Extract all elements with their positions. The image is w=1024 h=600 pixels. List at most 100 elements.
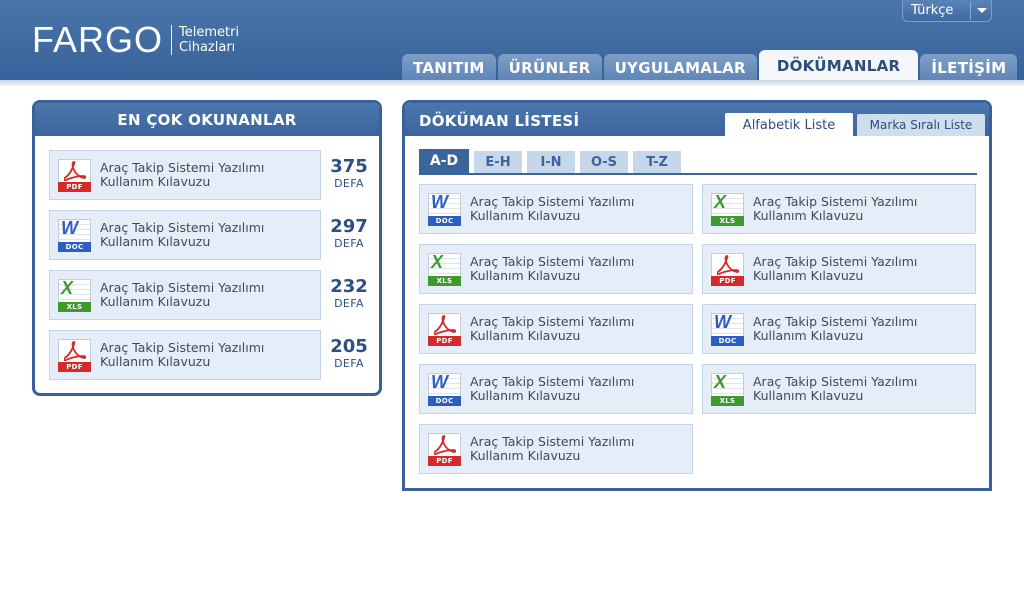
document-list-panel: DÖKÜMAN LİSTESİ Alfabetik Liste Marka Sı… [402, 100, 992, 491]
document-title-line1: Araç Takip Sistemi Yazılımı [100, 340, 265, 355]
alpha-tab-i-n[interactable]: I-N [527, 151, 575, 173]
document-title-line1: Araç Takip Sistemi Yazılımı [753, 254, 918, 269]
logo-tagline-line2: Cihazları [179, 40, 236, 55]
nav-tab-uygulamalar[interactable]: UYGULAMALAR [603, 54, 757, 81]
nav-tab-tanitim[interactable]: TANITIM [402, 54, 496, 81]
excel-file-icon: X XLS [711, 372, 744, 406]
most-read-item[interactable]: X XLS Araç Takip Sistemi Yazılımı Kullanım … [49, 270, 321, 320]
document-title-line2: Kullanım Kılavuzu [470, 268, 581, 283]
document-title: Araç Takip Sistemi Yazılımı Kullanım Kıla… [470, 435, 634, 463]
alpha-tab-e-h[interactable]: E-H [474, 151, 522, 173]
fargo-logo[interactable]: FARGO Telemetri Cihazları [32, 20, 239, 60]
document-title: Araç Takip Sistemi Yazılımı Kullanım Kıla… [470, 255, 634, 283]
alpha-tab-a-d[interactable]: A-D [419, 149, 469, 173]
word-file-icon: W DOC [428, 372, 461, 406]
document-title-line2: Kullanım Kılavuzu [470, 208, 581, 223]
document-title-line1: Araç Takip Sistemi Yazılımı [470, 194, 635, 209]
document-title-line1: Araç Takip Sistemi Yazılımı [470, 434, 635, 449]
word-file-icon: W DOC [711, 312, 744, 346]
document-title-line1: Araç Takip Sistemi Yazılımı [100, 280, 265, 295]
document-title-line2: Kullanım Kılavuzu [100, 294, 211, 309]
word-file-icon: W DOC [58, 218, 91, 252]
document-title: Araç Takip Sistemi Yazılımı Kullanım Kıla… [753, 375, 917, 403]
document-title-line1: Araç Takip Sistemi Yazılımı [753, 374, 918, 389]
read-count-unit: DEFA [334, 297, 364, 310]
main-nav: TANITIM ÜRÜNLER UYGULAMALAR DÖKÜMANLAR İ… [402, 50, 1019, 81]
tab-alphabetical-list[interactable]: Alfabetik Liste [725, 113, 853, 137]
document-title-line2: Kullanım Kılavuzu [100, 174, 211, 189]
document-title: Araç Takip Sistemi Yazılımı Kullanım Kıla… [753, 315, 917, 343]
document-title-line1: Araç Takip Sistemi Yazılımı [100, 220, 265, 235]
read-count: 375 DEFA [327, 157, 371, 191]
language-divider [970, 1, 971, 20]
document-title-line1: Araç Takip Sistemi Yazılımı [753, 314, 918, 329]
document-title: Araç Takip Sistemi Yazılımı Kullanım Kıla… [100, 161, 264, 189]
document-item[interactable]: W DOC Araç Takip Sistemi Yazılımı Kullanım … [419, 184, 693, 234]
nav-tab-urunler[interactable]: ÜRÜNLER [497, 54, 602, 81]
language-selector[interactable]: Türkçe [902, 0, 992, 22]
most-read-item[interactable]: PDF Araç Takip Sistemi Yazılımı Kullanım K… [49, 330, 321, 380]
document-item[interactable]: X XLS Araç Takip Sistemi Yazılımı Kullanım … [419, 244, 693, 294]
logo-tagline: Telemetri Cihazları [179, 25, 239, 55]
document-title-line2: Kullanım Kılavuzu [753, 388, 864, 403]
chevron-down-icon [977, 8, 987, 13]
read-count-number: 232 [330, 276, 368, 297]
logo-divider [171, 25, 173, 55]
document-title-line2: Kullanım Kılavuzu [470, 448, 581, 463]
document-title: Araç Takip Sistemi Yazılımı Kullanım Kıla… [470, 195, 634, 223]
document-title-line2: Kullanım Kılavuzu [753, 268, 864, 283]
document-title: Araç Takip Sistemi Yazılımı Kullanım Kıla… [470, 315, 634, 343]
alpha-tab-t-z[interactable]: T-Z [633, 151, 681, 173]
document-title: Araç Takip Sistemi Yazılımı Kullanım Kıla… [753, 195, 917, 223]
read-count-number: 375 [330, 156, 368, 177]
pdf-file-icon: PDF [711, 252, 744, 286]
document-list-title: DÖKÜMAN LİSTESİ [419, 112, 580, 130]
nav-tab-iletisim[interactable]: İLETİŞİM [920, 54, 1018, 81]
document-title-line1: Araç Takip Sistemi Yazılımı [470, 254, 635, 269]
document-title-line2: Kullanım Kılavuzu [100, 234, 211, 249]
logo-wordmark: FARGO [32, 19, 164, 60]
read-count: 205 DEFA [327, 337, 371, 371]
document-item[interactable]: PDF Araç Takip Sistemi Yazılımı Kullanım K… [419, 304, 693, 354]
document-list-header: DÖKÜMAN LİSTESİ Alfabetik Liste Marka Sı… [405, 103, 989, 137]
document-title-line1: Araç Takip Sistemi Yazılımı [470, 374, 635, 389]
tab-brand-sorted-list[interactable]: Marka Sıralı Liste [857, 114, 985, 136]
alpha-tab-o-s[interactable]: O-S [580, 151, 628, 173]
language-label: Türkçe [911, 3, 954, 18]
document-title-line1: Araç Takip Sistemi Yazılımı [753, 194, 918, 209]
excel-file-icon: X XLS [711, 192, 744, 226]
document-title-line2: Kullanım Kılavuzu [100, 354, 211, 369]
document-item[interactable]: W DOC Araç Takip Sistemi Yazılımı Kullanım … [419, 364, 693, 414]
document-title: Araç Takip Sistemi Yazılımı Kullanım Kıla… [753, 255, 917, 283]
word-file-icon: W DOC [428, 192, 461, 226]
logo-tagline-line1: Telemetri [179, 25, 240, 40]
document-item[interactable]: W DOC Araç Takip Sistemi Yazılımı Kullanım … [702, 304, 976, 354]
excel-file-icon: X XLS [58, 278, 91, 312]
document-title: Araç Takip Sistemi Yazılımı Kullanım Kıla… [100, 341, 264, 369]
read-count-unit: DEFA [334, 357, 364, 370]
pdf-file-icon: PDF [428, 432, 461, 466]
nav-tab-dokumanlar[interactable]: DÖKÜMANLAR [758, 50, 919, 81]
read-count-unit: DEFA [334, 177, 364, 190]
document-item[interactable]: PDF Araç Takip Sistemi Yazılımı Kullanım K… [419, 424, 693, 474]
alphabet-filter-bar: A-D E-H I-N O-S T-Z [419, 149, 977, 175]
document-item[interactable]: PDF Araç Takip Sistemi Yazılımı Kullanım K… [702, 244, 976, 294]
document-title: Araç Takip Sistemi Yazılımı Kullanım Kıla… [100, 221, 264, 249]
document-title: Araç Takip Sistemi Yazılımı Kullanım Kıla… [100, 281, 264, 309]
read-count: 232 DEFA [327, 277, 371, 311]
pdf-file-icon: PDF [58, 158, 91, 192]
read-count: 297 DEFA [327, 217, 371, 251]
excel-file-icon: X XLS [428, 252, 461, 286]
document-title-line2: Kullanım Kılavuzu [470, 388, 581, 403]
header-bottom-strip [0, 80, 1024, 86]
document-title-line2: Kullanım Kılavuzu [753, 328, 864, 343]
document-item[interactable]: X XLS Araç Takip Sistemi Yazılımı Kullanım … [702, 364, 976, 414]
document-title-line1: Araç Takip Sistemi Yazılımı [470, 314, 635, 329]
most-read-item[interactable]: PDF Araç Takip Sistemi Yazılımı Kullanım K… [49, 150, 321, 200]
document-title-line2: Kullanım Kılavuzu [753, 208, 864, 223]
most-read-item[interactable]: W DOC Araç Takip Sistemi Yazılımı Kullanım … [49, 210, 321, 260]
read-count-number: 205 [330, 336, 368, 357]
site-header: FARGO Telemetri Cihazları Türkçe TANITIM… [0, 0, 1024, 84]
document-item[interactable]: X XLS Araç Takip Sistemi Yazılımı Kullanım … [702, 184, 976, 234]
document-title-line2: Kullanım Kılavuzu [470, 328, 581, 343]
